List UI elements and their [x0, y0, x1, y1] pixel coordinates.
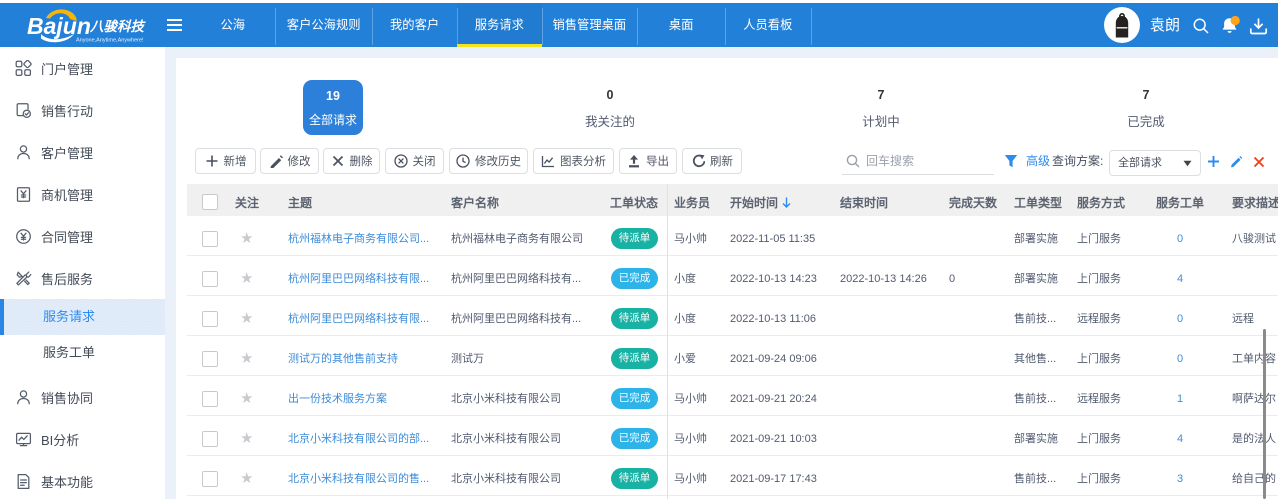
svg-text:八骏科技: 八骏科技	[89, 19, 146, 34]
svg-text:Bajun: Bajun	[27, 13, 91, 39]
svg-text:Anyone,Anytime,Anywhere!: Anyone,Anytime,Anywhere!	[76, 38, 144, 44]
